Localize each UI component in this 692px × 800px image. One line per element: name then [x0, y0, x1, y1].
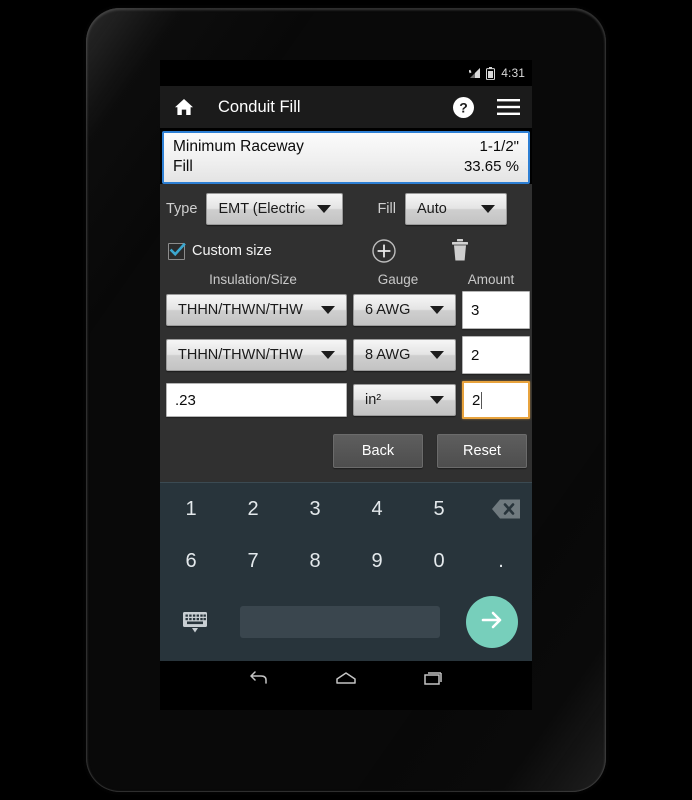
insulation-value-row1: THHN/THWN/THW — [178, 302, 303, 318]
type-label: Type — [166, 201, 198, 217]
battery-icon — [486, 66, 496, 80]
chevron-down-icon — [480, 205, 495, 213]
key-9[interactable]: 9 — [346, 535, 408, 587]
table-row: THHN/THWN/THW 6 AWG 3 — [160, 291, 532, 329]
fill-label: Fill — [377, 201, 396, 217]
amount-input-row2[interactable]: 2 — [462, 336, 530, 374]
column-header-amount: Amount — [467, 272, 515, 287]
result-panel: Minimum Raceway 1-1/2" Fill 33.65 % — [162, 131, 530, 184]
custom-size-input-row3[interactable]: .23 — [166, 383, 347, 417]
keyboard-switch-icon[interactable] — [180, 607, 210, 637]
signal-icon — [469, 67, 482, 79]
fill-mode-value: Auto — [416, 201, 447, 217]
nav-home-icon[interactable] — [333, 668, 359, 690]
gauge-value-row1: 6 AWG — [365, 302, 411, 318]
nav-recents-icon[interactable] — [421, 668, 447, 690]
custom-size-checkbox[interactable] — [168, 242, 186, 260]
result-row: Fill 33.65 % — [173, 157, 519, 177]
keyboard-row-2: 6 7 8 9 0 . — [160, 535, 532, 587]
column-headers: Insulation/Size Gauge Amount — [160, 266, 532, 291]
nav-back-icon[interactable] — [245, 668, 271, 690]
amount-value-row1: 3 — [471, 301, 480, 319]
gauge-value-row2: 8 AWG — [365, 347, 411, 363]
unit-dropdown-row3[interactable]: in² — [353, 384, 456, 416]
status-time: 4:31 — [501, 66, 525, 80]
help-icon[interactable]: ? — [452, 96, 475, 119]
fill-mode-dropdown[interactable]: Auto — [404, 193, 507, 225]
options-row: Custom size — [160, 225, 532, 266]
key-1[interactable]: 1 — [160, 483, 222, 535]
table-row: .23 in² 2 — [160, 381, 532, 419]
keyboard-bottom-row — [160, 587, 532, 657]
insulation-dropdown-row2[interactable]: THHN/THWN/THW — [166, 339, 347, 371]
trash-icon[interactable] — [449, 238, 471, 264]
key-decimal-point[interactable]: . — [470, 535, 532, 587]
amount-value-row2: 2 — [471, 346, 480, 364]
status-bar: 4:31 — [160, 60, 532, 86]
key-7[interactable]: 7 — [222, 535, 284, 587]
key-2[interactable]: 2 — [222, 483, 284, 535]
home-icon[interactable] — [173, 96, 195, 118]
spacebar-key[interactable] — [240, 606, 440, 638]
amount-value-row3: 2 — [472, 391, 481, 409]
chevron-down-icon — [317, 205, 332, 213]
gauge-dropdown-row1[interactable]: 6 AWG — [353, 294, 456, 326]
app-bar: Conduit Fill ? — [160, 86, 532, 128]
unit-value-row3: in² — [365, 392, 382, 408]
back-button[interactable]: Back — [333, 434, 423, 468]
action-buttons: Back Reset — [160, 426, 532, 478]
key-6[interactable]: 6 — [160, 535, 222, 587]
text-cursor — [481, 391, 483, 409]
backspace-icon[interactable] — [470, 496, 532, 522]
chevron-down-icon — [430, 396, 444, 404]
chevron-down-icon — [430, 306, 444, 314]
arrow-right-icon — [478, 608, 506, 637]
keyboard-row-1: 1 2 3 4 5 — [160, 483, 532, 535]
table-row: THHN/THWN/THW 8 AWG 2 — [160, 336, 532, 374]
result-row: Minimum Raceway 1-1/2" — [173, 137, 519, 157]
insulation-value-row2: THHN/THWN/THW — [178, 347, 303, 363]
gauge-dropdown-row2[interactable]: 8 AWG — [353, 339, 456, 371]
result-value-fill: 33.65 % — [463, 158, 519, 175]
chevron-down-icon — [430, 351, 444, 359]
enter-button[interactable] — [466, 596, 518, 648]
insulation-dropdown-row1[interactable]: THHN/THWN/THW — [166, 294, 347, 326]
custom-size-label: Custom size — [192, 243, 272, 259]
result-label-minimum-raceway: Minimum Raceway — [173, 138, 304, 155]
column-header-gauge: Gauge — [377, 272, 419, 287]
amount-input-row3[interactable]: 2 — [462, 381, 530, 419]
chevron-down-icon — [321, 351, 335, 359]
conduit-type-value: EMT (Electric — [218, 201, 306, 217]
form-area: Type EMT (Electric Fill Auto Custom size — [160, 184, 532, 482]
key-4[interactable]: 4 — [346, 483, 408, 535]
key-5[interactable]: 5 — [408, 483, 470, 535]
device-screen: 4:31 Conduit Fill ? Minimum Raceway 1-1/… — [160, 60, 532, 710]
custom-size-value-row3: .23 — [175, 391, 196, 409]
android-navigation-bar — [160, 661, 532, 697]
svg-text:?: ? — [459, 99, 468, 115]
page-title: Conduit Fill — [218, 97, 301, 116]
result-value-minimum-raceway: 1-1/2" — [479, 138, 519, 155]
reset-button[interactable]: Reset — [437, 434, 527, 468]
key-3[interactable]: 3 — [284, 483, 346, 535]
type-fill-row: Type EMT (Electric Fill Auto — [160, 184, 532, 225]
plus-circle-icon[interactable] — [371, 238, 397, 264]
key-0[interactable]: 0 — [408, 535, 470, 587]
column-header-insulation: Insulation/Size — [209, 272, 297, 287]
conduit-type-dropdown[interactable]: EMT (Electric — [206, 193, 344, 225]
result-label-fill: Fill — [173, 158, 193, 175]
menu-icon[interactable] — [497, 98, 520, 116]
chevron-down-icon — [321, 306, 335, 314]
numeric-keyboard: 1 2 3 4 5 6 7 8 9 0 . — [160, 482, 532, 661]
amount-input-row1[interactable]: 3 — [462, 291, 530, 329]
key-8[interactable]: 8 — [284, 535, 346, 587]
